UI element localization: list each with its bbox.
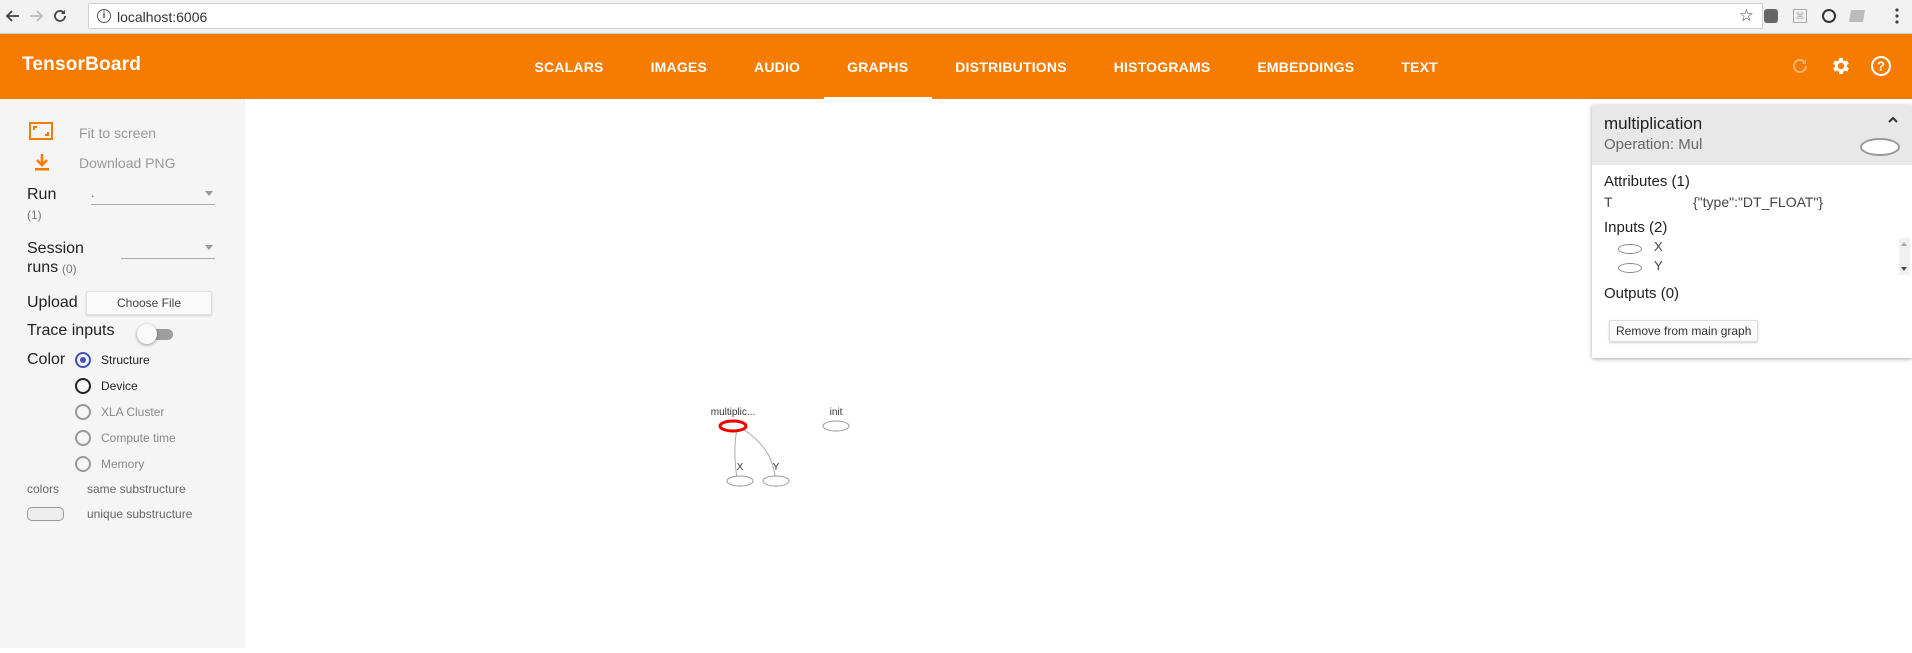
node-title: multiplication [1604, 114, 1703, 133]
input-x-link[interactable]: X [1654, 239, 1663, 254]
chevron-down-icon [205, 191, 213, 196]
input-y-link[interactable]: Y [1654, 258, 1663, 273]
attributes-header: Attributes (1) [1604, 173, 1690, 190]
tab-graphs[interactable]: GRAPHS [823, 34, 932, 99]
choose-file-button[interactable]: Choose File [86, 291, 212, 315]
run-count: (1) [27, 208, 42, 222]
tab-histograms[interactable]: HISTOGRAMS [1090, 34, 1234, 99]
tab-embeddings[interactable]: EMBEDDINGS [1234, 34, 1378, 99]
session-runs-label-2: runs [27, 259, 59, 276]
forward-arrow-icon [30, 10, 44, 22]
download-png-button[interactable]: Download PNG [79, 155, 176, 171]
input-node-icon [1618, 244, 1642, 254]
session-runs-label: Session [27, 240, 84, 257]
radio-device-label[interactable]: Device [101, 379, 138, 393]
nav-tabs: SCALARS IMAGES AUDIO GRAPHS DISTRIBUTION… [511, 34, 1461, 99]
inputs-header: Inputs (2) [1604, 219, 1668, 236]
legend-unique-substructure: unique substructure [87, 507, 193, 521]
tab-distributions[interactable]: DISTRIBUTIONS [932, 34, 1091, 99]
node-label-init: init [830, 407, 843, 418]
inputs-scrollbar[interactable] [1899, 238, 1910, 275]
legend-unique-swatch [27, 507, 64, 521]
extension-icon-1[interactable] [1762, 7, 1780, 25]
radio-device[interactable] [75, 378, 91, 394]
node-multiplication[interactable] [718, 419, 748, 433]
node-operation: Operation: Mul [1604, 136, 1703, 153]
pdf-extension-icon[interactable]: ⌘ [1791, 7, 1809, 25]
radio-compute-time-label[interactable]: Compute time [101, 431, 176, 445]
node-label-y: Y [773, 462, 780, 473]
run-dropdown-value: . [91, 185, 95, 200]
reload-button[interactable] [49, 5, 71, 27]
node-x[interactable] [726, 475, 754, 487]
attribute-value: {"type":"DT_FLOAT"} [1693, 194, 1824, 210]
session-runs-dropdown[interactable] [121, 239, 215, 259]
color-label: Color [27, 351, 66, 368]
help-icon[interactable]: ? [1869, 54, 1893, 78]
scroll-down-icon[interactable] [1901, 267, 1907, 271]
legend-colors-label: colors [27, 482, 60, 496]
node-shape-icon [1860, 138, 1900, 156]
radio-xla-cluster[interactable] [75, 404, 91, 420]
radio-structure-label[interactable]: Structure [101, 353, 150, 367]
session-runs-count: (0) [62, 262, 77, 276]
upload-label: Upload [27, 294, 78, 311]
info-card-header: multiplication Operation: Mul [1592, 105, 1912, 165]
forward-button[interactable] [25, 5, 47, 27]
tab-audio[interactable]: AUDIO [731, 34, 824, 99]
trace-inputs-label: Trace inputs [27, 322, 115, 339]
chevron-down-icon [205, 245, 213, 250]
chevron-up-icon[interactable] [1886, 113, 1900, 127]
radio-structure[interactable] [75, 352, 91, 368]
radio-memory-label[interactable]: Memory [101, 457, 144, 471]
tensorboard-header: TensorBoard SCALARS IMAGES AUDIO GRAPHS … [0, 34, 1912, 99]
svg-text:?: ? [1877, 59, 1885, 74]
back-button[interactable] [2, 5, 24, 27]
node-info-card: multiplication Operation: Mul Attributes… [1592, 105, 1912, 358]
trace-inputs-toggle[interactable] [137, 324, 173, 344]
info-icon[interactable]: i [97, 9, 111, 23]
tab-scalars[interactable]: SCALARS [511, 34, 627, 99]
node-init[interactable] [822, 420, 850, 432]
node-y[interactable] [762, 475, 790, 487]
input-node-icon [1618, 263, 1642, 273]
graph-controls-sidebar: Fit to screen Download PNG Run (1) . Ses… [0, 99, 245, 648]
scroll-up-icon[interactable] [1901, 242, 1907, 246]
fit-to-screen-icon[interactable] [28, 121, 54, 141]
refresh-icon[interactable] [1788, 54, 1812, 78]
fit-to-screen-button[interactable]: Fit to screen [79, 125, 156, 141]
node-label-x: X [737, 462, 744, 473]
bookmark-star-icon[interactable]: ☆ [1739, 6, 1754, 26]
address-bar[interactable]: i localhost:6006 ☆ [88, 3, 1763, 29]
remove-from-main-graph-button[interactable]: Remove from main graph [1609, 320, 1759, 342]
browser-toolbar: i localhost:6006 ☆ ⌘ [0, 0, 1912, 34]
radio-compute-time[interactable] [75, 430, 91, 446]
gear-icon[interactable] [1829, 54, 1853, 78]
tab-text[interactable]: TEXT [1378, 34, 1462, 99]
run-label: Run [27, 186, 57, 203]
url-text[interactable]: localhost:6006 [117, 9, 207, 25]
outputs-header: Outputs (0) [1604, 285, 1680, 302]
extension-icon-4[interactable] [1848, 7, 1866, 25]
back-arrow-icon [5, 10, 19, 22]
tab-images[interactable]: IMAGES [627, 34, 730, 99]
radio-xla-cluster-label[interactable]: XLA Cluster [101, 405, 164, 419]
radio-memory[interactable] [75, 456, 91, 472]
extension-icon-3[interactable] [1820, 7, 1838, 25]
legend-same-substructure: same substructure [87, 482, 186, 496]
download-icon[interactable] [32, 152, 52, 172]
toggle-knob [137, 324, 157, 344]
app-title: TensorBoard [22, 54, 142, 75]
menu-dots-icon[interactable] [1888, 7, 1906, 25]
run-dropdown[interactable]: . [91, 185, 215, 205]
node-label-multiplication: multiplic... [711, 407, 755, 418]
reload-icon [54, 10, 66, 22]
attribute-key: T [1604, 194, 1613, 210]
